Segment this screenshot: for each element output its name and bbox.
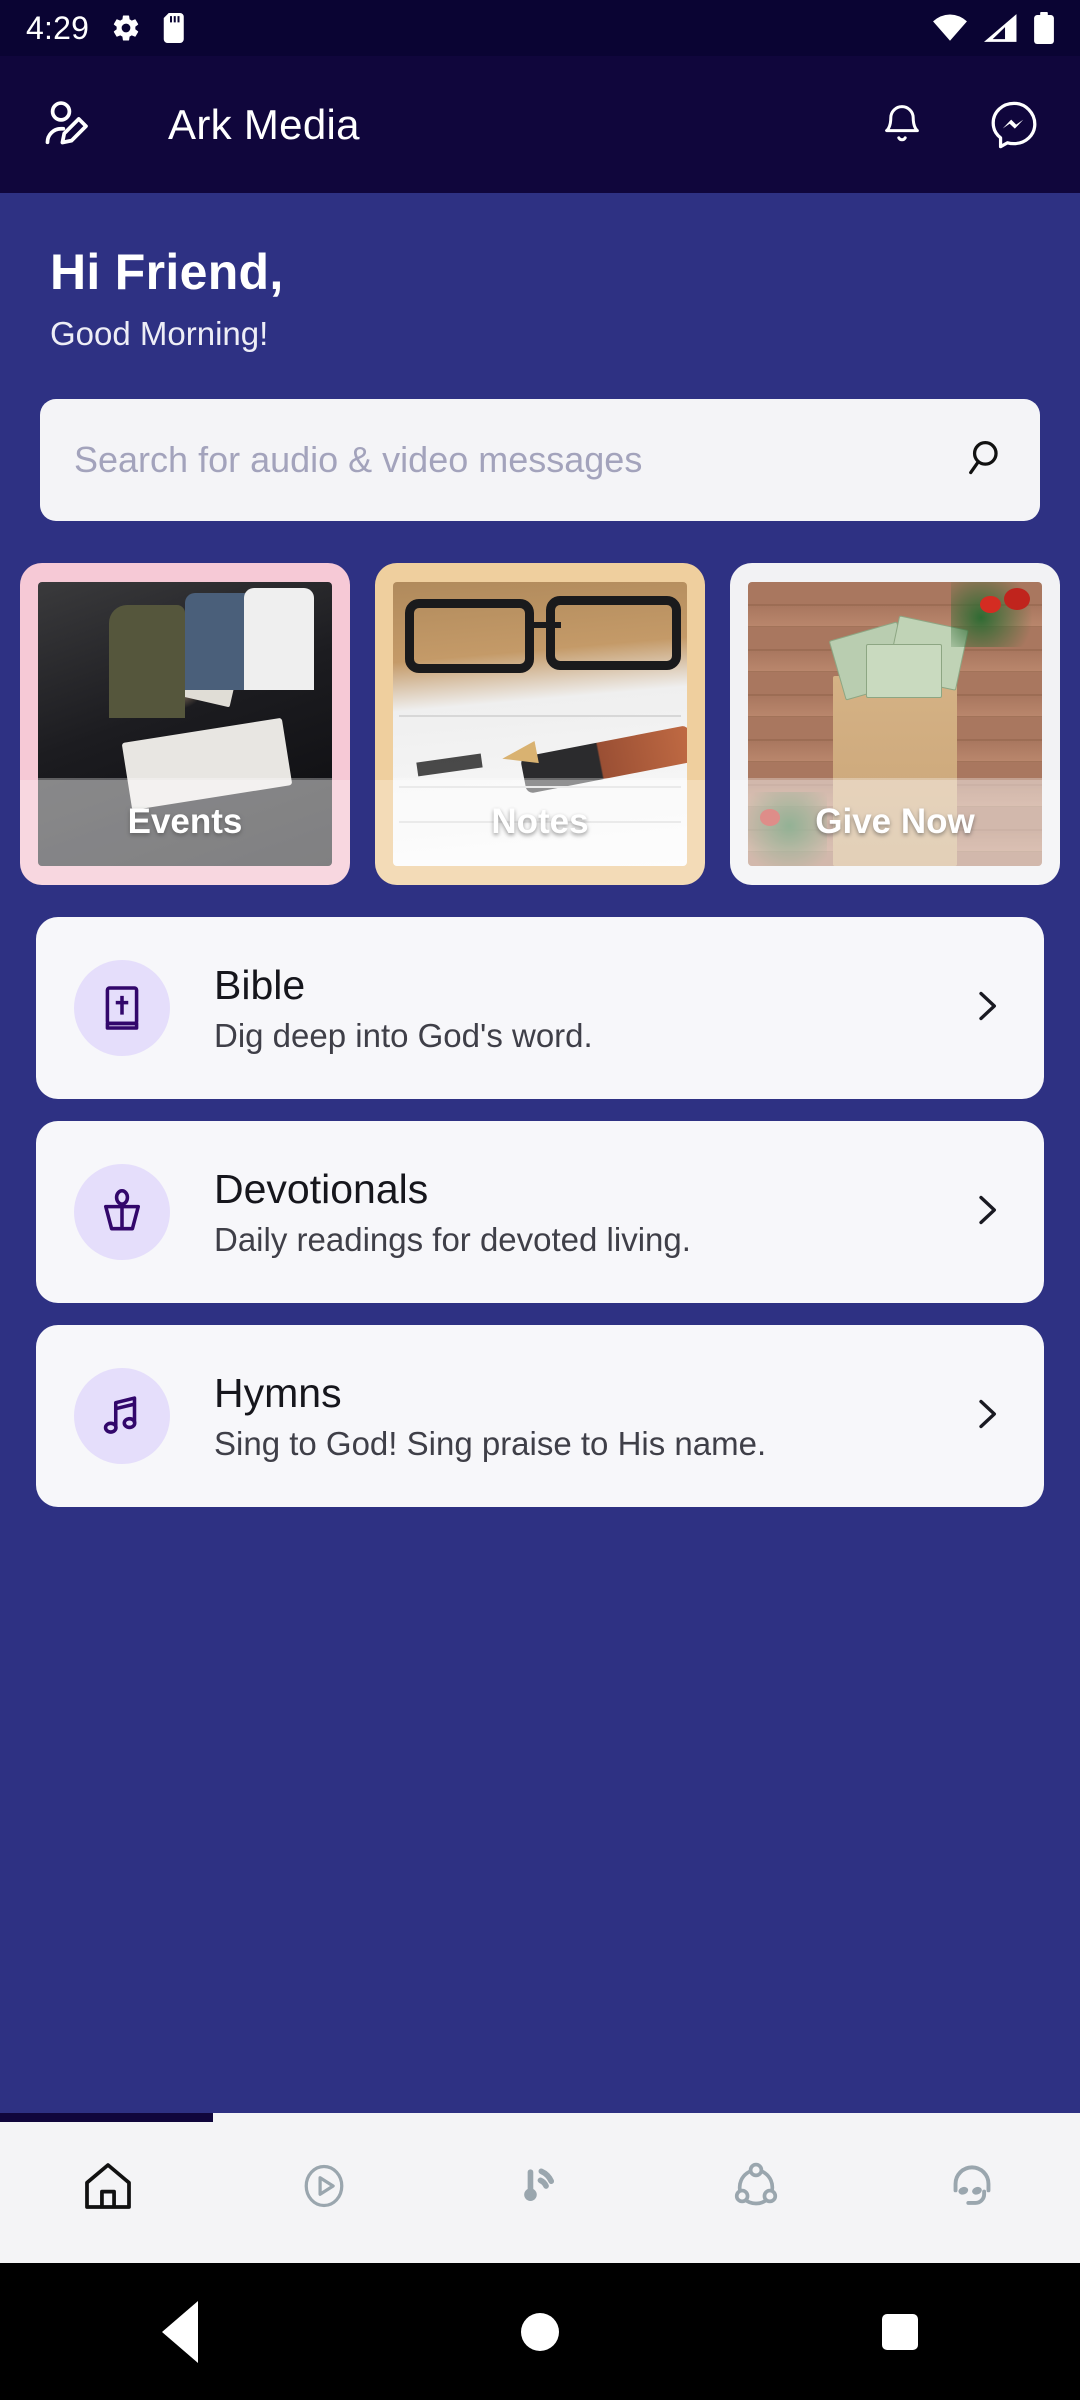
list-item-devotionals-text: Devotionals Daily readings for devoted l… <box>214 1165 966 1258</box>
greeting-time-of-day: Good Morning! <box>50 315 269 352</box>
app-title: Ark Media <box>168 100 360 148</box>
feature-list: Bible Dig deep into God's word. Devotion… <box>0 917 1080 1507</box>
android-recents-button[interactable] <box>720 2313 1080 2350</box>
main-content: Hi Friend, Good Morning! Search for audi… <box>0 193 1080 2113</box>
search-input[interactable] <box>74 439 950 481</box>
lectern-icon <box>74 1164 170 1260</box>
list-item-devotionals-title: Devotionals <box>214 1165 429 1212</box>
card-give-now-image-frame: Give Now <box>748 582 1042 866</box>
card-events-image-frame: Events <box>38 582 332 866</box>
card-notes[interactable]: Notes <box>375 563 705 885</box>
android-navigation-bar <box>0 2263 1080 2400</box>
recents-square-icon <box>882 2313 918 2350</box>
broadcast-icon <box>514 2160 566 2217</box>
list-item-hymns-text: Hymns Sing to God! Sing praise to His na… <box>214 1369 966 1462</box>
card-notes-label: Notes <box>491 802 589 841</box>
bible-icon <box>74 960 170 1056</box>
chevron-right-icon[interactable] <box>966 1190 1006 1235</box>
list-item-hymns-title: Hymns <box>214 1369 342 1416</box>
list-item-devotionals-subtitle: Daily readings for devoted living. <box>214 1220 691 1258</box>
home-icon <box>80 2158 136 2219</box>
card-give-now-label-bar: Give Now <box>748 778 1042 866</box>
sd-card-icon <box>163 13 187 43</box>
bell-icon[interactable] <box>878 101 926 149</box>
music-note-icon <box>74 1368 170 1464</box>
list-item-bible-title: Bible <box>214 961 306 1008</box>
phone-screen: 4:29 Ark Media Hi Friend, Good Morning! … <box>0 0 1080 2400</box>
list-item-bible[interactable]: Bible Dig deep into God's word. <box>36 917 1044 1099</box>
headset-icon <box>946 2160 998 2217</box>
nav-item-support[interactable] <box>864 2160 1080 2217</box>
card-notes-image-frame: Notes <box>393 582 687 866</box>
status-bar-right <box>932 12 1054 44</box>
app-bar: Ark Media <box>0 56 1080 193</box>
nav-active-indicator <box>0 2113 213 2122</box>
back-icon <box>162 2300 198 2363</box>
search-icon[interactable] <box>960 435 1006 486</box>
list-item-hymns-subtitle: Sing to God! Sing praise to His name. <box>214 1424 767 1462</box>
android-back-button[interactable] <box>0 2300 360 2363</box>
wifi-icon <box>932 13 968 43</box>
share-network-icon <box>730 2160 782 2217</box>
feature-cards: Events Notes Give Now <box>0 563 1080 885</box>
card-give-now-label: Give Now <box>815 802 975 841</box>
chevron-right-icon[interactable] <box>966 1394 1006 1439</box>
card-events[interactable]: Events <box>20 563 350 885</box>
user-edit-icon[interactable] <box>40 97 96 153</box>
search-bar[interactable] <box>40 399 1040 521</box>
card-events-label-bar: Events <box>38 778 332 866</box>
gear-icon <box>111 13 141 43</box>
play-circle-icon <box>298 2160 350 2217</box>
messenger-icon[interactable] <box>988 99 1040 151</box>
card-give-now[interactable]: Give Now <box>730 563 1060 885</box>
bottom-navigation <box>0 2113 1080 2263</box>
status-time: 4:29 <box>26 9 90 46</box>
search-section <box>40 399 1040 521</box>
list-item-bible-text: Bible Dig deep into God's word. <box>214 961 966 1054</box>
android-home-button[interactable] <box>360 2312 720 2351</box>
app-bar-actions <box>878 99 1040 151</box>
nav-item-video[interactable] <box>216 2160 432 2217</box>
nav-item-home[interactable] <box>0 2158 216 2219</box>
signal-icon <box>984 13 1018 43</box>
list-item-hymns[interactable]: Hymns Sing to God! Sing praise to His na… <box>36 1325 1044 1507</box>
greeting-name: Hi Friend, <box>50 244 284 300</box>
status-bar-left: 4:29 <box>26 10 187 47</box>
list-item-bible-subtitle: Dig deep into God's word. <box>214 1016 593 1054</box>
greeting-block: Hi Friend, Good Morning! <box>0 193 1080 353</box>
home-circle-icon <box>521 2312 559 2351</box>
battery-icon <box>1034 12 1054 44</box>
card-events-label: Events <box>127 802 243 841</box>
list-item-devotionals[interactable]: Devotionals Daily readings for devoted l… <box>36 1121 1044 1303</box>
chevron-right-icon[interactable] <box>966 986 1006 1031</box>
nav-item-share[interactable] <box>648 2160 864 2217</box>
nav-item-broadcast[interactable] <box>432 2160 648 2217</box>
status-bar: 4:29 <box>0 0 1080 56</box>
card-notes-label-bar: Notes <box>393 778 687 866</box>
